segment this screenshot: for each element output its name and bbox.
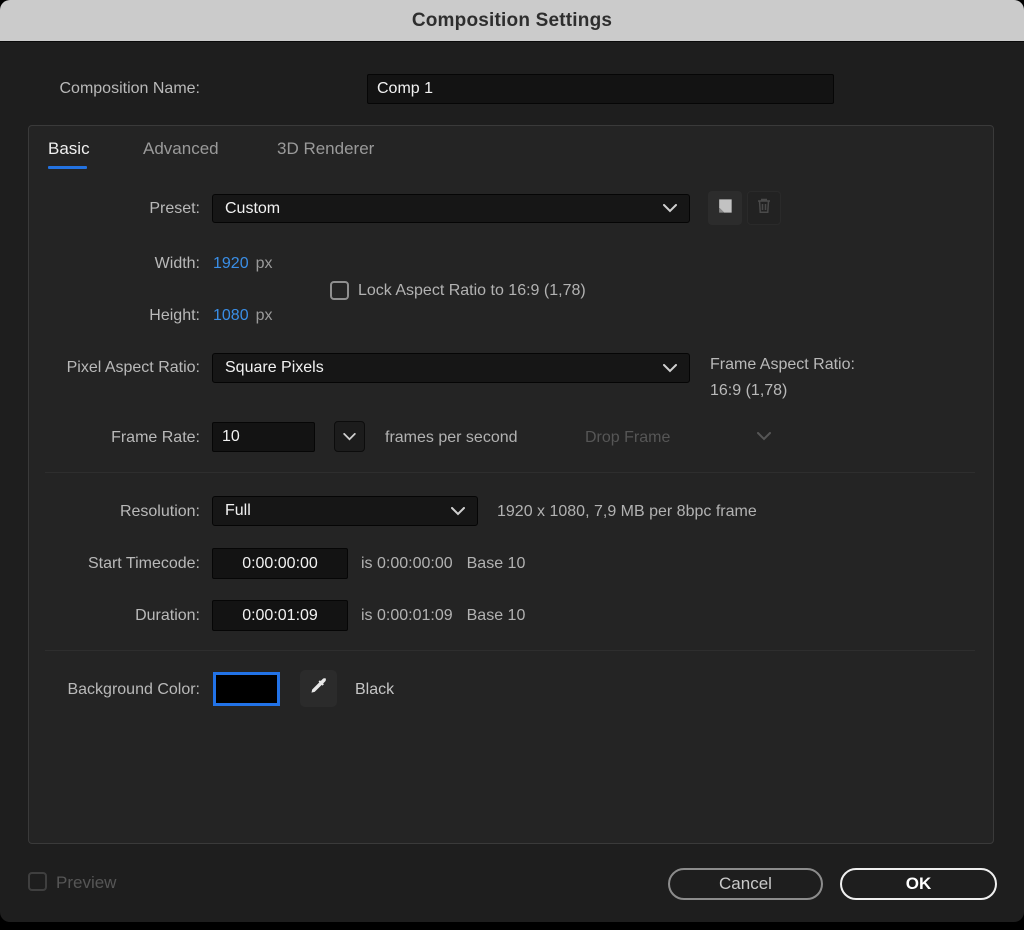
eyedropper-button[interactable] (300, 670, 337, 707)
resolution-info: 1920 x 1080, 7,9 MB per 8bpc frame (497, 503, 757, 520)
tab-advanced[interactable]: Advanced (143, 139, 219, 159)
height-number: 1080 (213, 307, 249, 324)
cancel-button[interactable]: Cancel (668, 868, 823, 900)
frame-aspect-ratio-label: Frame Aspect Ratio: (710, 356, 855, 373)
background-color-label: Background Color: (67, 681, 200, 698)
lock-aspect-checkbox[interactable] (330, 281, 349, 300)
frame-rate-label: Frame Rate: (111, 429, 200, 446)
chevron-down-icon (451, 506, 465, 516)
frame-rate-input[interactable]: 10 (212, 422, 315, 452)
composition-settings-dialog: Composition Settings Composition Name: C… (0, 0, 1024, 922)
tab-panel (28, 125, 994, 844)
preset-label: Preset: (149, 200, 200, 217)
lock-aspect-label: Lock Aspect Ratio to 16:9 (1,78) (358, 282, 586, 299)
start-timecode-base: Base 10 (466, 555, 526, 572)
separator (45, 650, 975, 651)
ok-button[interactable]: OK (840, 868, 997, 900)
frame-aspect-ratio-value: 16:9 (1,78) (710, 382, 788, 399)
width-value[interactable]: 1920 px (213, 255, 273, 273)
pixel-aspect-ratio-value: Square Pixels (225, 359, 324, 376)
preview-label: Preview (56, 873, 117, 892)
chevron-down-icon (663, 204, 677, 213)
height-value[interactable]: 1080 px (213, 307, 273, 325)
preset-dropdown[interactable]: Custom (212, 194, 690, 223)
drop-frame-dropdown: Drop Frame (585, 429, 670, 447)
chevron-down-icon (343, 432, 356, 441)
chevron-down-icon (757, 432, 771, 441)
composition-name-input[interactable]: Comp 1 (367, 74, 834, 104)
width-number: 1920 (213, 255, 249, 272)
start-timecode-info: is 0:00:00:00 Base 10 (361, 555, 525, 573)
composition-name-label: Composition Name: (59, 80, 201, 97)
delete-preset-button[interactable] (747, 191, 781, 225)
tab-3d-renderer[interactable]: 3D Renderer (277, 139, 374, 159)
resolution-value: Full (225, 502, 251, 519)
drop-frame-label: Drop Frame (585, 429, 671, 446)
separator (45, 472, 975, 473)
chevron-down-icon (663, 363, 677, 373)
duration-base: Base 10 (466, 607, 526, 624)
dialog-title: Composition Settings (411, 9, 613, 31)
tab-basic[interactable]: Basic (48, 139, 90, 159)
height-label: Height: (149, 307, 200, 324)
background-color-name: Black (355, 681, 395, 698)
start-timecode-value: 0:00:00:00 (242, 554, 318, 572)
preset-value: Custom (225, 199, 281, 217)
duration-is: is 0:00:01:09 (361, 607, 453, 624)
resolution-label: Resolution: (119, 503, 200, 520)
width-unit: px (255, 255, 273, 272)
start-timecode-label: Start Timecode: (87, 555, 200, 572)
start-timecode-input[interactable]: 0:00:00:00 (212, 548, 348, 579)
titlebar: Composition Settings (0, 0, 1024, 42)
save-preset-button[interactable] (708, 191, 742, 225)
pixel-aspect-ratio-label: Pixel Aspect Ratio: (66, 359, 200, 376)
resolution-dropdown[interactable]: Full (212, 496, 478, 526)
composition-name-value: Comp 1 (377, 80, 434, 97)
background-color-swatch[interactable] (213, 672, 280, 706)
start-timecode-is: is 0:00:00:00 (361, 555, 453, 572)
width-label: Width: (154, 255, 200, 272)
frame-rate-value: 10 (222, 428, 240, 445)
save-preset-icon (715, 196, 735, 221)
frame-rate-dropdown-button[interactable] (334, 421, 365, 452)
height-unit: px (255, 307, 273, 324)
preview-checkbox[interactable] (28, 872, 47, 891)
duration-value: 0:00:01:09 (242, 606, 318, 624)
duration-label: Duration: (135, 607, 200, 624)
duration-input[interactable]: 0:00:01:09 (212, 600, 348, 631)
frames-per-second-label: frames per second (385, 429, 518, 446)
eyedropper-icon (308, 676, 329, 702)
pixel-aspect-ratio-dropdown[interactable]: Square Pixels (212, 353, 690, 383)
duration-info: is 0:00:01:09 Base 10 (361, 607, 525, 625)
trash-icon (755, 196, 773, 220)
active-tab-indicator (48, 166, 87, 169)
